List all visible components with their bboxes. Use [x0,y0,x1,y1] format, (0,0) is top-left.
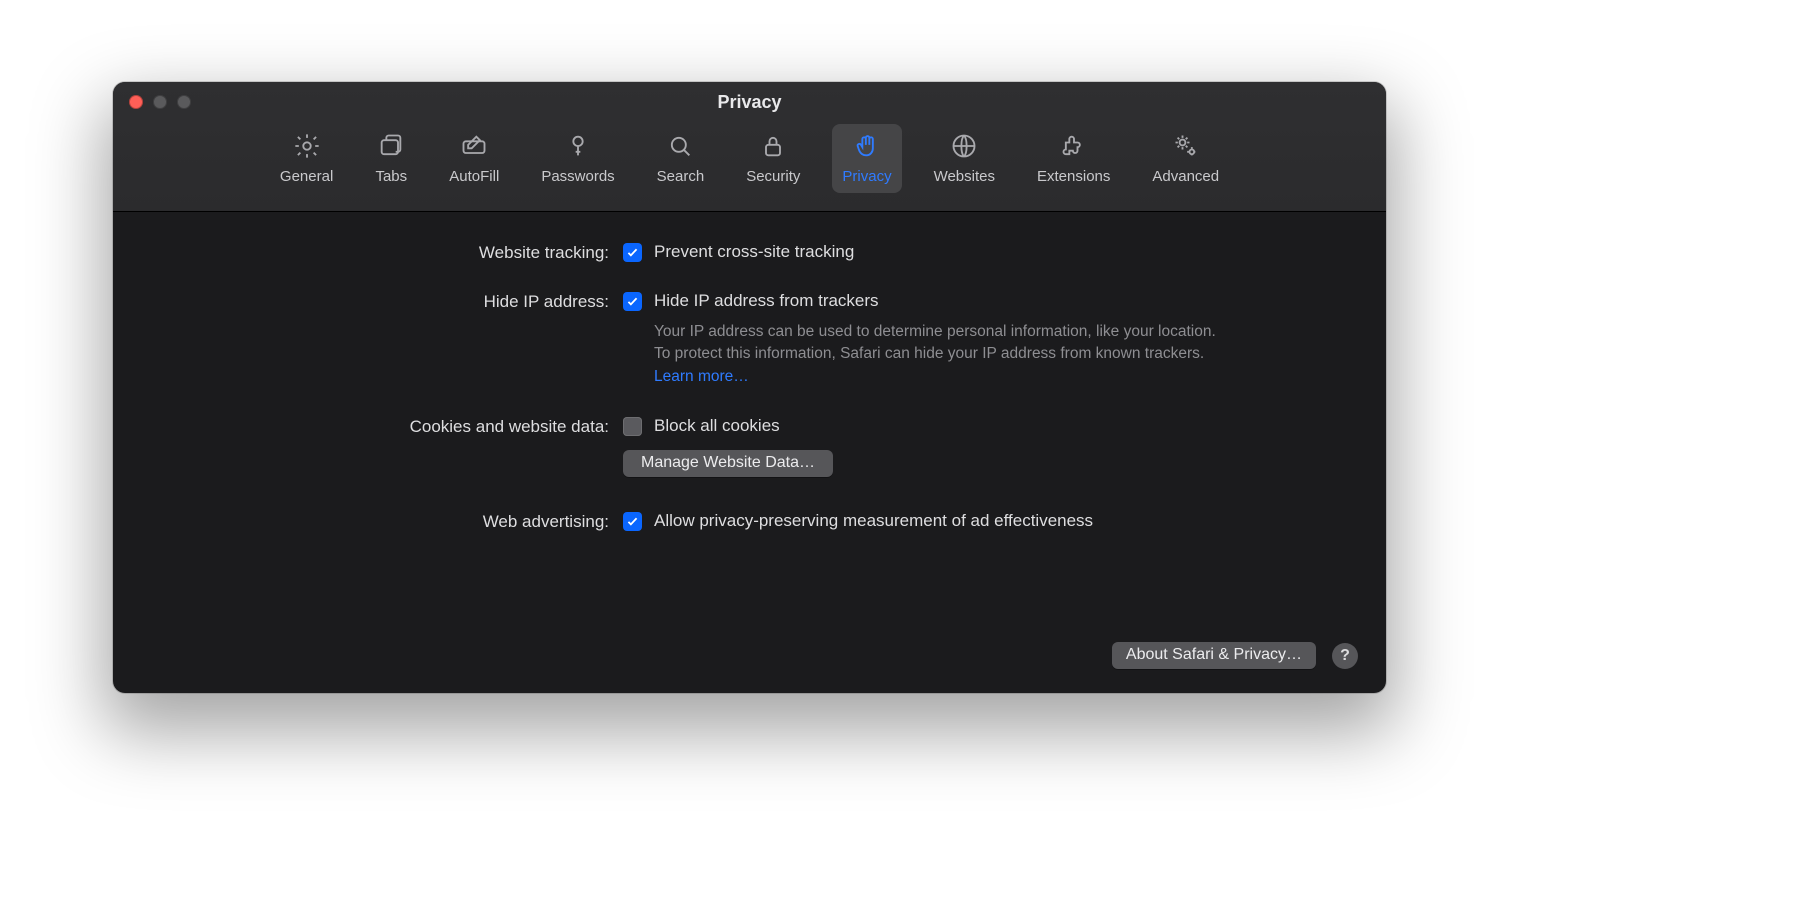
tab-label: Advanced [1152,168,1219,185]
prevent-cross-site-label: Prevent cross-site tracking [654,242,854,262]
puzzle-icon [1058,130,1090,162]
search-icon [664,130,696,162]
tab-autofill[interactable]: AutoFill [439,124,509,193]
tab-label: Tabs [375,168,407,185]
tab-tabs[interactable]: Tabs [365,124,417,193]
learn-more-link[interactable]: Learn more… [654,368,749,385]
cookies-label: Cookies and website data: [153,416,623,437]
hide-ip-checkbox[interactable] [623,292,642,311]
key-icon [562,130,594,162]
preferences-window: Privacy General Tabs AutoFill [113,82,1386,693]
traffic-lights: Privacy [113,82,1386,122]
tab-label: AutoFill [449,168,499,185]
pencil-box-icon [458,130,490,162]
tab-label: General [280,168,333,185]
gear-icon [291,130,323,162]
hide-ip-label: Hide IP address: [153,291,623,312]
hide-ip-option-label: Hide IP address from trackers [654,291,879,311]
block-cookies-label: Block all cookies [654,416,780,436]
gears-icon [1170,130,1202,162]
tab-label: Search [657,168,705,185]
content-area: Website tracking: Prevent cross-site tra… [113,212,1386,693]
minimize-window-button[interactable] [153,95,167,109]
about-safari-privacy-button[interactable]: About Safari & Privacy… [1112,642,1316,669]
tab-passwords[interactable]: Passwords [531,124,624,193]
website-tracking-label: Website tracking: [153,242,623,263]
tab-extensions[interactable]: Extensions [1027,124,1120,193]
check-icon [626,246,639,259]
tab-general[interactable]: General [270,124,343,193]
web-advertising-checkbox[interactable] [623,512,642,531]
check-icon [626,295,639,308]
web-advertising-label: Web advertising: [153,511,623,532]
tab-label: Passwords [541,168,614,185]
tab-label: Privacy [842,168,891,185]
tab-advanced[interactable]: Advanced [1142,124,1229,193]
manage-website-data-button[interactable]: Manage Website Data… [623,450,833,477]
tabs-icon [375,130,407,162]
web-advertising-option-label: Allow privacy-preserving measurement of … [654,511,1093,531]
tab-websites[interactable]: Websites [924,124,1005,193]
window-title: Privacy [113,92,1386,113]
help-button[interactable]: ? [1332,643,1358,669]
footer: About Safari & Privacy… ? [1112,642,1358,669]
hand-icon [851,130,883,162]
preferences-toolbar: General Tabs AutoFill Passwords [113,122,1386,211]
prevent-cross-site-checkbox[interactable] [623,243,642,262]
zoom-window-button[interactable] [177,95,191,109]
tab-security[interactable]: Security [736,124,810,193]
lock-icon [757,130,789,162]
globe-icon [948,130,980,162]
tab-search[interactable]: Search [647,124,715,193]
tab-label: Security [746,168,800,185]
block-cookies-checkbox[interactable] [623,417,642,436]
tab-label: Extensions [1037,168,1110,185]
hide-ip-description: Your IP address can be used to determine… [623,321,1233,388]
tab-label: Websites [934,168,995,185]
titlebar: Privacy General Tabs AutoFill [113,82,1386,212]
check-icon [626,515,639,528]
tab-privacy[interactable]: Privacy [832,124,901,193]
close-window-button[interactable] [129,95,143,109]
